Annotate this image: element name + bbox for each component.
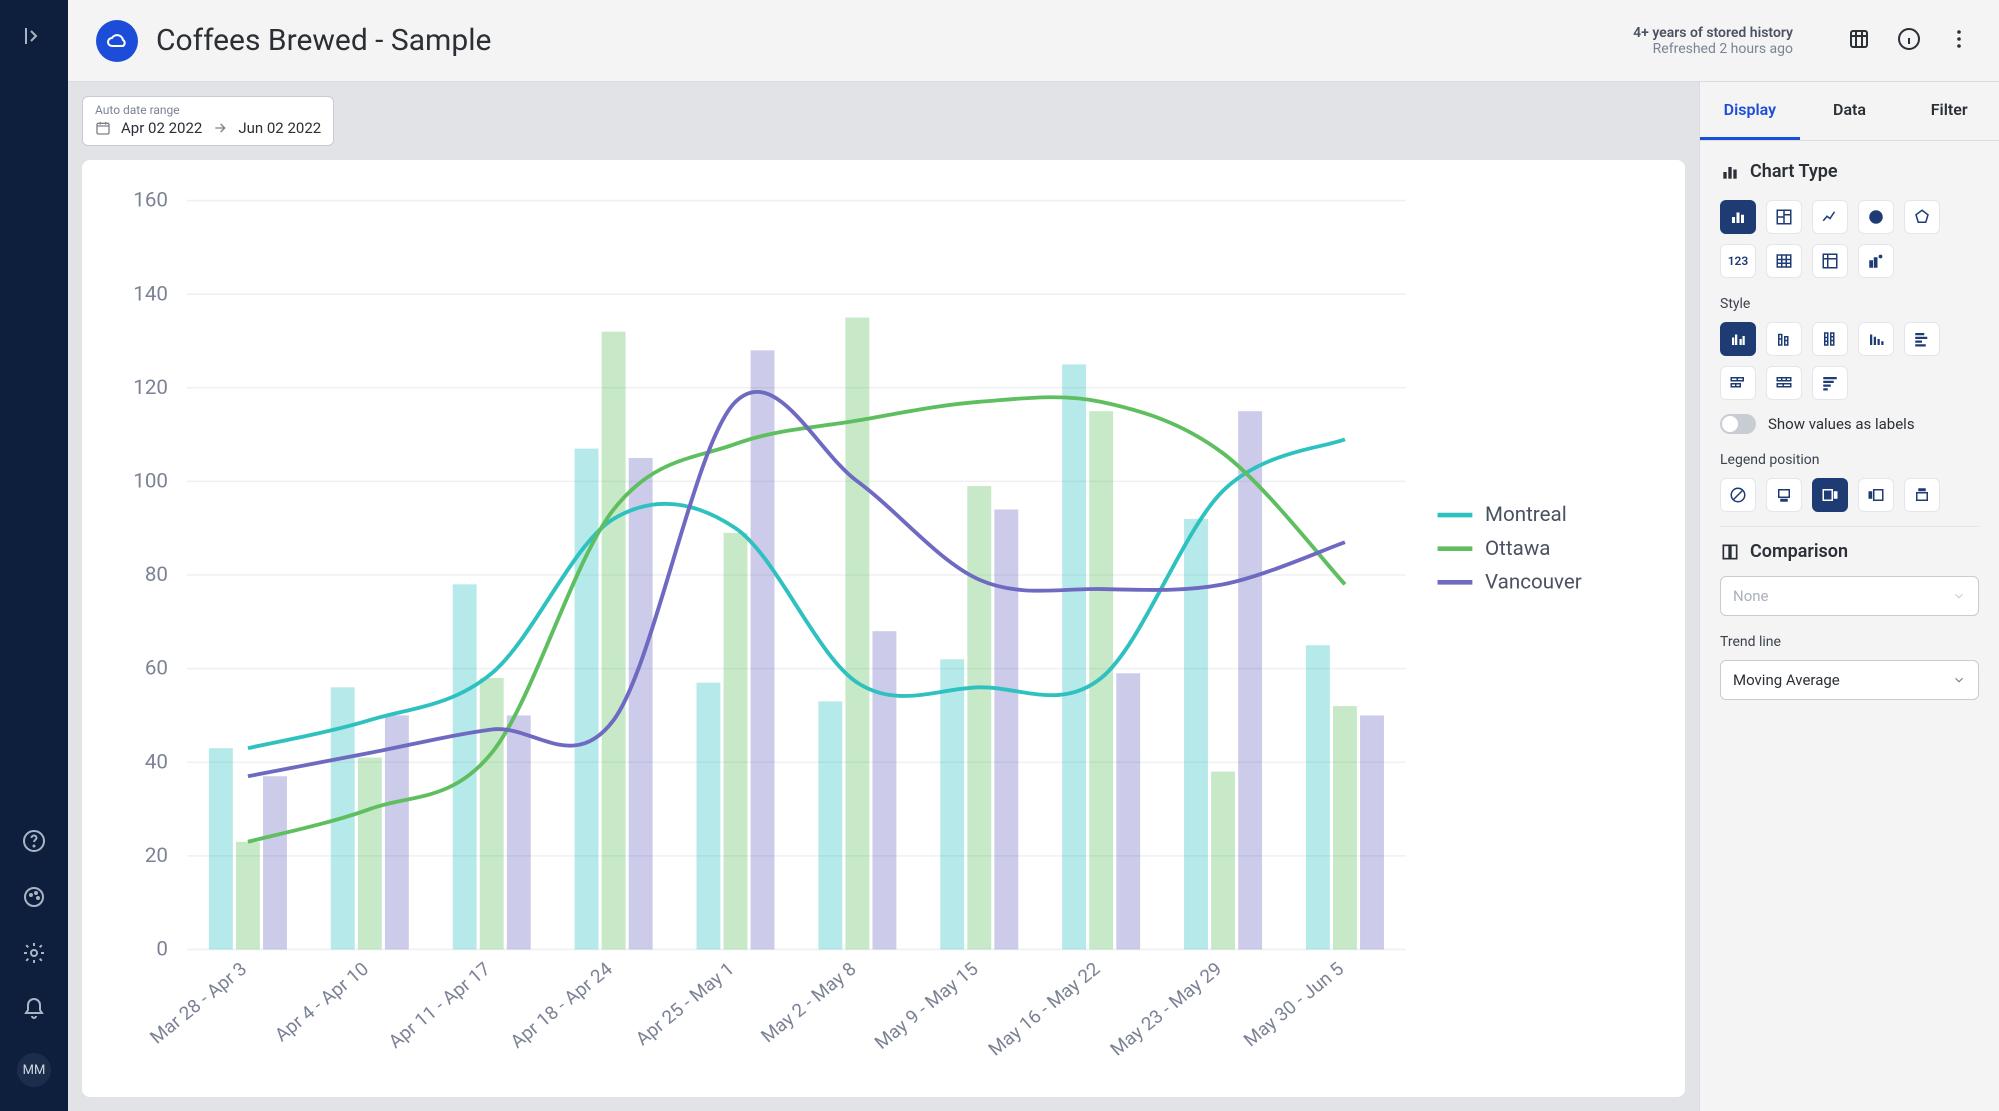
svg-text:Montreal: Montreal: [1485, 503, 1567, 527]
svg-text:100: 100: [133, 469, 168, 493]
comparison-heading: Comparison: [1750, 541, 1848, 562]
date-columns-icon[interactable]: [1847, 27, 1871, 55]
show-values-toggle[interactable]: [1720, 414, 1756, 434]
svg-text:80: 80: [145, 562, 168, 586]
style-heading: Style: [1720, 296, 1979, 312]
svg-text:Apr 11 - Apr 17: Apr 11 - Apr 17: [384, 958, 495, 1053]
settings-icon[interactable]: [22, 941, 46, 969]
svg-text:May 30 - Jun 5: May 30 - Jun 5: [1239, 958, 1348, 1051]
chart-type-treemap[interactable]: [1766, 200, 1802, 234]
chevron-down-icon: [1952, 673, 1966, 687]
chart-type-line[interactable]: [1812, 200, 1848, 234]
trend-select[interactable]: Moving Average: [1720, 660, 1979, 700]
page-title: Coffees Brewed - Sample: [156, 23, 491, 58]
chart-svg: 0 20 40 60 80 100 120 140 160 Mar 28 - Apr 3Apr 4…: [92, 170, 1675, 1087]
history-info: 4+ years of stored history Refreshed 2 h…: [1633, 25, 1793, 57]
chart-type-grid: 123: [1720, 200, 1979, 278]
brand-cloud-icon: [96, 20, 138, 62]
side-panel: DisplayDataFilter Chart Type 123: [1699, 82, 1999, 1111]
style-stacked-vert[interactable]: [1766, 322, 1802, 356]
date-to: Jun 02 2022: [238, 119, 321, 137]
svg-text:Apr 25 - May 1: Apr 25 - May 1: [631, 958, 738, 1050]
style-grouped-horiz[interactable]: [1904, 322, 1940, 356]
style-ordered-vert[interactable]: [1858, 322, 1894, 356]
svg-text:0: 0: [156, 937, 168, 961]
date-range-picker[interactable]: Auto date range Apr 02 2022 Jun 02 2022: [82, 96, 334, 146]
style-stacked-horiz[interactable]: [1720, 366, 1756, 400]
bell-icon[interactable]: [22, 997, 46, 1025]
svg-text:May 2 - May 8: May 2 - May 8: [757, 958, 861, 1047]
style-stacked100-horiz[interactable]: [1766, 366, 1802, 400]
bars-icon: [1720, 162, 1740, 182]
legend-pos-heading: Legend position: [1720, 452, 1979, 468]
svg-text:Mar 28 - Apr 3: Mar 28 - Apr 3: [146, 958, 251, 1048]
svg-text:Ottawa: Ottawa: [1485, 536, 1550, 560]
calendar-icon: [95, 120, 111, 136]
chart-type-bar[interactable]: [1720, 200, 1756, 234]
left-rail: MM: [0, 0, 68, 1111]
svg-text:20: 20: [145, 843, 168, 867]
chart-type-heading: Chart Type: [1750, 161, 1838, 182]
legend-bottom[interactable]: [1766, 478, 1802, 512]
style-ordered-horiz[interactable]: [1812, 366, 1848, 400]
more-icon[interactable]: [1947, 27, 1971, 55]
svg-text:140: 140: [133, 282, 168, 306]
svg-text:Apr 18 - Apr 24: Apr 18 - Apr 24: [506, 958, 617, 1053]
svg-text:40: 40: [145, 750, 168, 774]
chart-card: 0 20 40 60 80 100 120 140 160 Mar 28 - Apr 3Apr 4…: [82, 160, 1685, 1097]
svg-text:May 16 - May 22: May 16 - May 22: [984, 958, 1104, 1060]
style-stacked100-vert[interactable]: [1812, 322, 1848, 356]
svg-text:May 9 - May 15: May 9 - May 15: [870, 958, 982, 1054]
legend-left[interactable]: [1858, 478, 1894, 512]
chart-type-pie[interactable]: [1858, 200, 1894, 234]
tab-filter[interactable]: Filter: [1899, 82, 1999, 140]
svg-text:120: 120: [133, 375, 168, 399]
chart-type-number[interactable]: 123: [1720, 244, 1756, 278]
svg-text:Vancouver: Vancouver: [1485, 570, 1582, 594]
compare-icon: [1720, 542, 1740, 562]
tab-data[interactable]: Data: [1800, 82, 1900, 140]
comparison-select[interactable]: None: [1720, 576, 1979, 616]
show-values-label: Show values as labels: [1768, 415, 1915, 433]
style-grid: [1720, 322, 1979, 400]
trend-heading: Trend line: [1720, 634, 1979, 650]
chevron-down-icon: [1952, 589, 1966, 603]
legend-none[interactable]: [1720, 478, 1756, 512]
svg-text:May 23 - May 29: May 23 - May 29: [1106, 958, 1226, 1060]
chart-type-radar[interactable]: [1904, 200, 1940, 234]
style-grouped-vert[interactable]: [1720, 322, 1756, 356]
legend-top[interactable]: [1904, 478, 1940, 512]
tab-display[interactable]: Display: [1700, 82, 1800, 140]
avatar[interactable]: MM: [17, 1053, 51, 1087]
header: Coffees Brewed - Sample 4+ years of stor…: [68, 0, 1999, 82]
info-icon[interactable]: [1897, 27, 1921, 55]
help-icon[interactable]: [22, 829, 46, 857]
theme-icon[interactable]: [22, 885, 46, 913]
svg-text:60: 60: [145, 656, 168, 680]
date-from: Apr 02 2022: [121, 119, 202, 137]
svg-text:Apr 4 - Apr 10: Apr 4 - Apr 10: [271, 958, 374, 1046]
chart-type-table[interactable]: [1766, 244, 1802, 278]
collapse-icon[interactable]: [22, 24, 46, 52]
svg-text:160: 160: [133, 188, 168, 212]
chart-type-pivot[interactable]: [1812, 244, 1848, 278]
arrow-right-icon: [212, 120, 228, 136]
chart-type-combo[interactable]: [1858, 244, 1894, 278]
legend-right[interactable]: [1812, 478, 1848, 512]
